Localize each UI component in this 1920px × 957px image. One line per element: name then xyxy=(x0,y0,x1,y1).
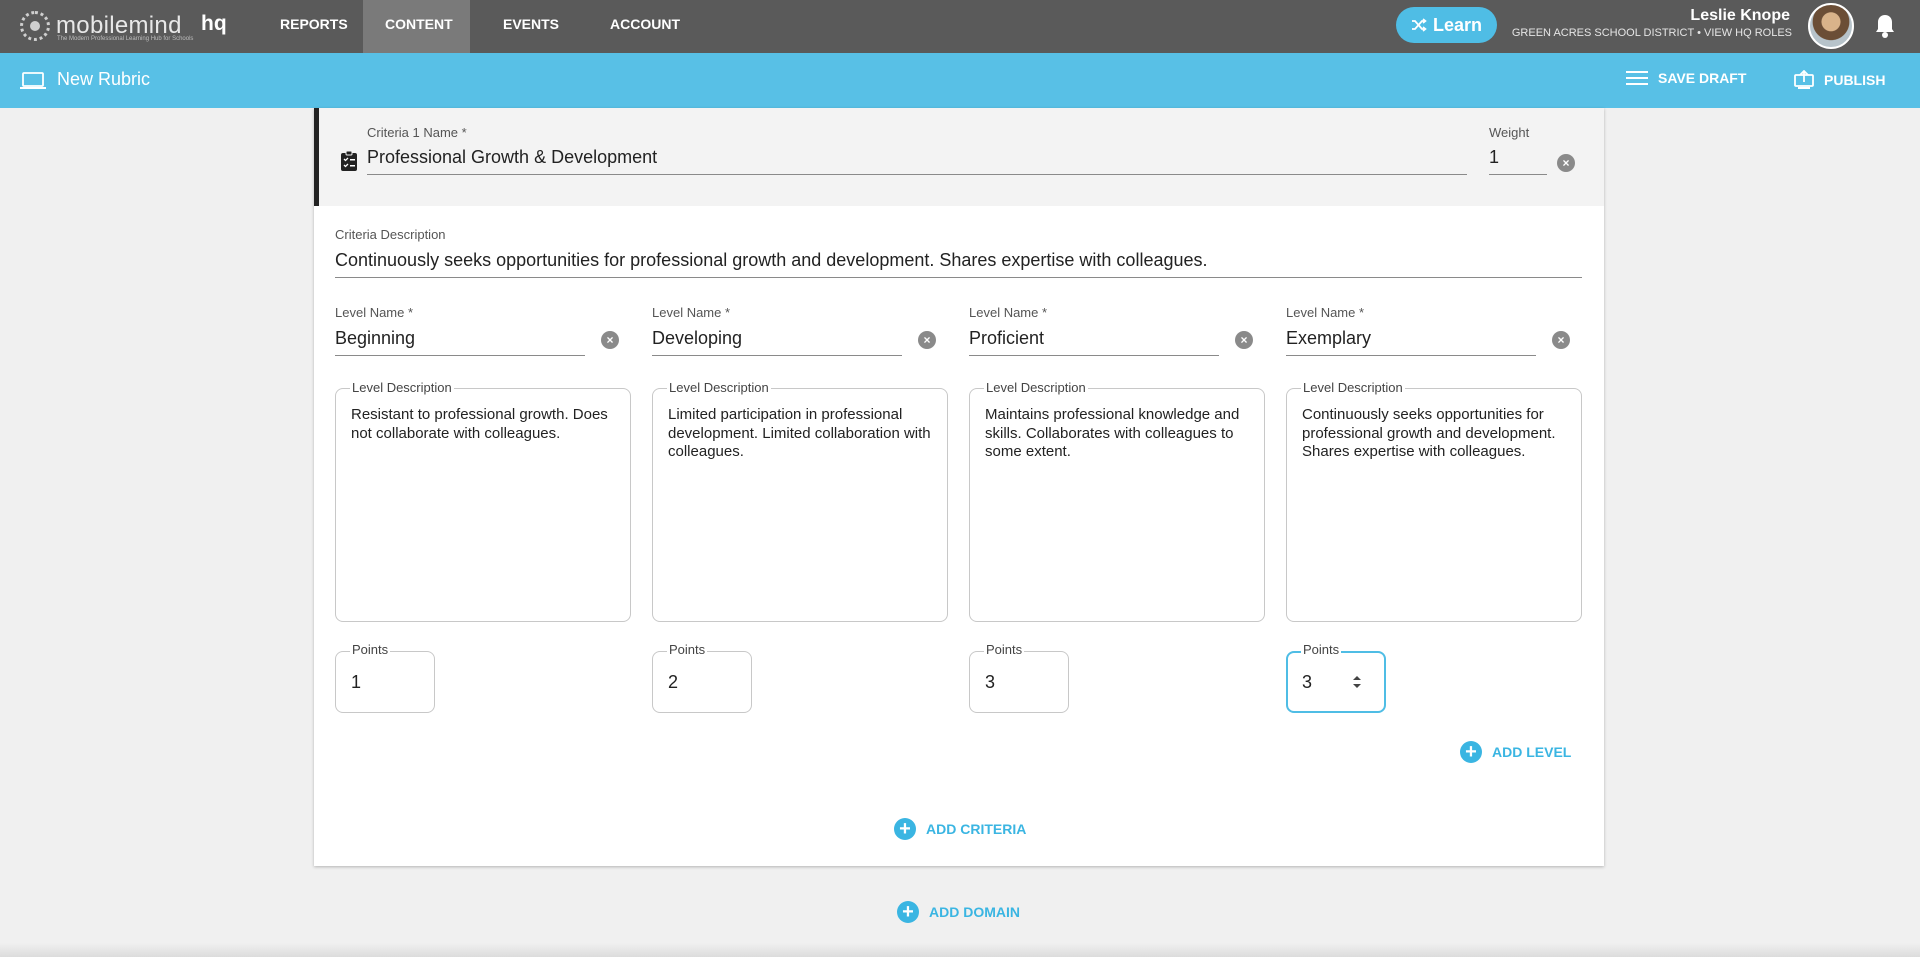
level-name-label: Level Name * xyxy=(969,305,1048,320)
save-draft-label: SAVE DRAFT xyxy=(1658,70,1747,86)
points-label: Points xyxy=(984,642,1025,657)
clipboard-checklist-icon xyxy=(341,150,357,171)
level-name-input[interactable]: Proficient xyxy=(969,324,1219,356)
level-description-text: Continuously seeks opportunities for pro… xyxy=(1302,406,1556,461)
level-description-text: Resistant to professional growth. Does n… xyxy=(351,406,608,442)
level-name-input[interactable]: Beginning xyxy=(335,324,585,356)
points-input[interactable]: Points 2 xyxy=(652,642,752,713)
criteria-name-input[interactable]: Professional Growth & Development xyxy=(367,143,1467,175)
remove-level-icon[interactable]: × xyxy=(1235,331,1253,349)
level-description-label: Level Description xyxy=(984,380,1088,395)
remove-level-icon[interactable]: × xyxy=(601,331,619,349)
user-name: Leslie Knope xyxy=(1690,7,1790,24)
logo-tagline: The Modern Professional Learning Hub for… xyxy=(57,36,194,42)
points-value: 3 xyxy=(985,672,996,692)
top-navigation-bar: mobilemind The Modern Professional Learn… xyxy=(0,0,1920,53)
add-domain-button[interactable]: + ADD DOMAIN xyxy=(897,901,1020,923)
bell-icon[interactable] xyxy=(1874,13,1896,39)
criteria-description-input[interactable]: Continuously seeks opportunities for pro… xyxy=(335,246,1582,278)
points-label: Points xyxy=(667,642,708,657)
publish-label: PUBLISH xyxy=(1824,72,1886,88)
level-description-box[interactable]: Level Description Limited participation … xyxy=(652,380,948,622)
points-input[interactable]: Points 3 xyxy=(1286,642,1386,713)
nav-account[interactable]: ACCOUNT xyxy=(588,0,702,53)
level-description-label: Level Description xyxy=(667,380,771,395)
user-district-link[interactable]: GREEN ACRES SCHOOL DISTRICT • VIEW HQ RO… xyxy=(1512,27,1792,39)
remove-level-icon[interactable]: × xyxy=(1552,331,1570,349)
level-description-text: Maintains professional knowledge and ski… xyxy=(985,406,1240,461)
criteria-name-label: Criteria 1 Name * xyxy=(367,125,467,140)
learn-button[interactable]: Learn xyxy=(1396,7,1497,43)
avatar[interactable] xyxy=(1808,3,1854,49)
remove-level-icon[interactable]: × xyxy=(918,331,936,349)
plus-circle-icon: + xyxy=(1460,741,1482,763)
publish-button[interactable]: PUBLISH xyxy=(1794,70,1885,90)
level-name-input[interactable]: Developing xyxy=(652,324,902,356)
rubric-header-bar: New Rubric SAVE DRAFT PUBLISH xyxy=(0,53,1920,108)
criteria-header: Criteria 1 Name * Professional Growth & … xyxy=(314,108,1604,206)
add-level-label: ADD LEVEL xyxy=(1492,744,1572,760)
mobilemind-logo[interactable]: mobilemind The Modern Professional Learn… xyxy=(20,8,193,44)
laptop-icon xyxy=(20,72,46,89)
logo-text: mobilemind xyxy=(56,12,182,39)
points-value: 1 xyxy=(351,672,362,692)
add-criteria-button[interactable]: + ADD CRITERIA xyxy=(894,818,1026,840)
level-description-box[interactable]: Level Description Maintains professional… xyxy=(969,380,1265,622)
add-domain-label: ADD DOMAIN xyxy=(929,904,1020,920)
level-description-box[interactable]: Level Description Continuously seeks opp… xyxy=(1286,380,1582,622)
nav-events[interactable]: EVENTS xyxy=(481,0,581,53)
level-name-label: Level Name * xyxy=(652,305,731,320)
level-description-label: Level Description xyxy=(1301,380,1405,395)
level-name-label: Level Name * xyxy=(335,305,414,320)
nav-content[interactable]: CONTENT xyxy=(363,0,470,53)
weight-input[interactable]: 1 xyxy=(1489,143,1547,175)
learn-button-label: Learn xyxy=(1432,14,1483,35)
points-input[interactable]: Points 3 xyxy=(969,642,1069,713)
criteria-card: Criteria 1 Name * Professional Growth & … xyxy=(314,108,1604,866)
logo-hq: hq xyxy=(201,12,227,35)
points-input[interactable]: Points 1 xyxy=(335,642,435,713)
points-value: 2 xyxy=(668,672,679,692)
lines-icon xyxy=(1626,71,1648,85)
save-draft-button[interactable]: SAVE DRAFT xyxy=(1626,70,1746,86)
points-value: 3 xyxy=(1302,672,1313,692)
upload-icon xyxy=(1794,70,1814,89)
page-title: New Rubric xyxy=(57,69,151,89)
number-stepper-icon[interactable] xyxy=(1352,673,1362,691)
level-name-input[interactable]: Exemplary xyxy=(1286,324,1536,356)
points-label: Points xyxy=(1301,642,1342,657)
plus-circle-icon: + xyxy=(897,901,919,923)
remove-criteria-icon[interactable]: × xyxy=(1557,154,1575,172)
logo-icon xyxy=(20,11,50,41)
weight-label: Weight xyxy=(1489,125,1530,140)
criteria-description-label: Criteria Description xyxy=(335,227,446,242)
add-criteria-label: ADD CRITERIA xyxy=(926,821,1027,837)
level-name-label: Level Name * xyxy=(1286,305,1365,320)
level-description-text: Limited participation in professional de… xyxy=(668,406,931,461)
level-description-label: Level Description xyxy=(350,380,454,395)
nav-reports[interactable]: REPORTS xyxy=(258,0,370,53)
shuffle-icon xyxy=(1411,18,1427,32)
add-level-button[interactable]: + ADD LEVEL xyxy=(1460,741,1571,763)
plus-circle-icon: + xyxy=(894,818,916,840)
points-label: Points xyxy=(350,642,391,657)
level-description-box[interactable]: Level Description Resistant to professio… xyxy=(335,380,631,622)
page-bottom-edge xyxy=(0,943,1920,957)
